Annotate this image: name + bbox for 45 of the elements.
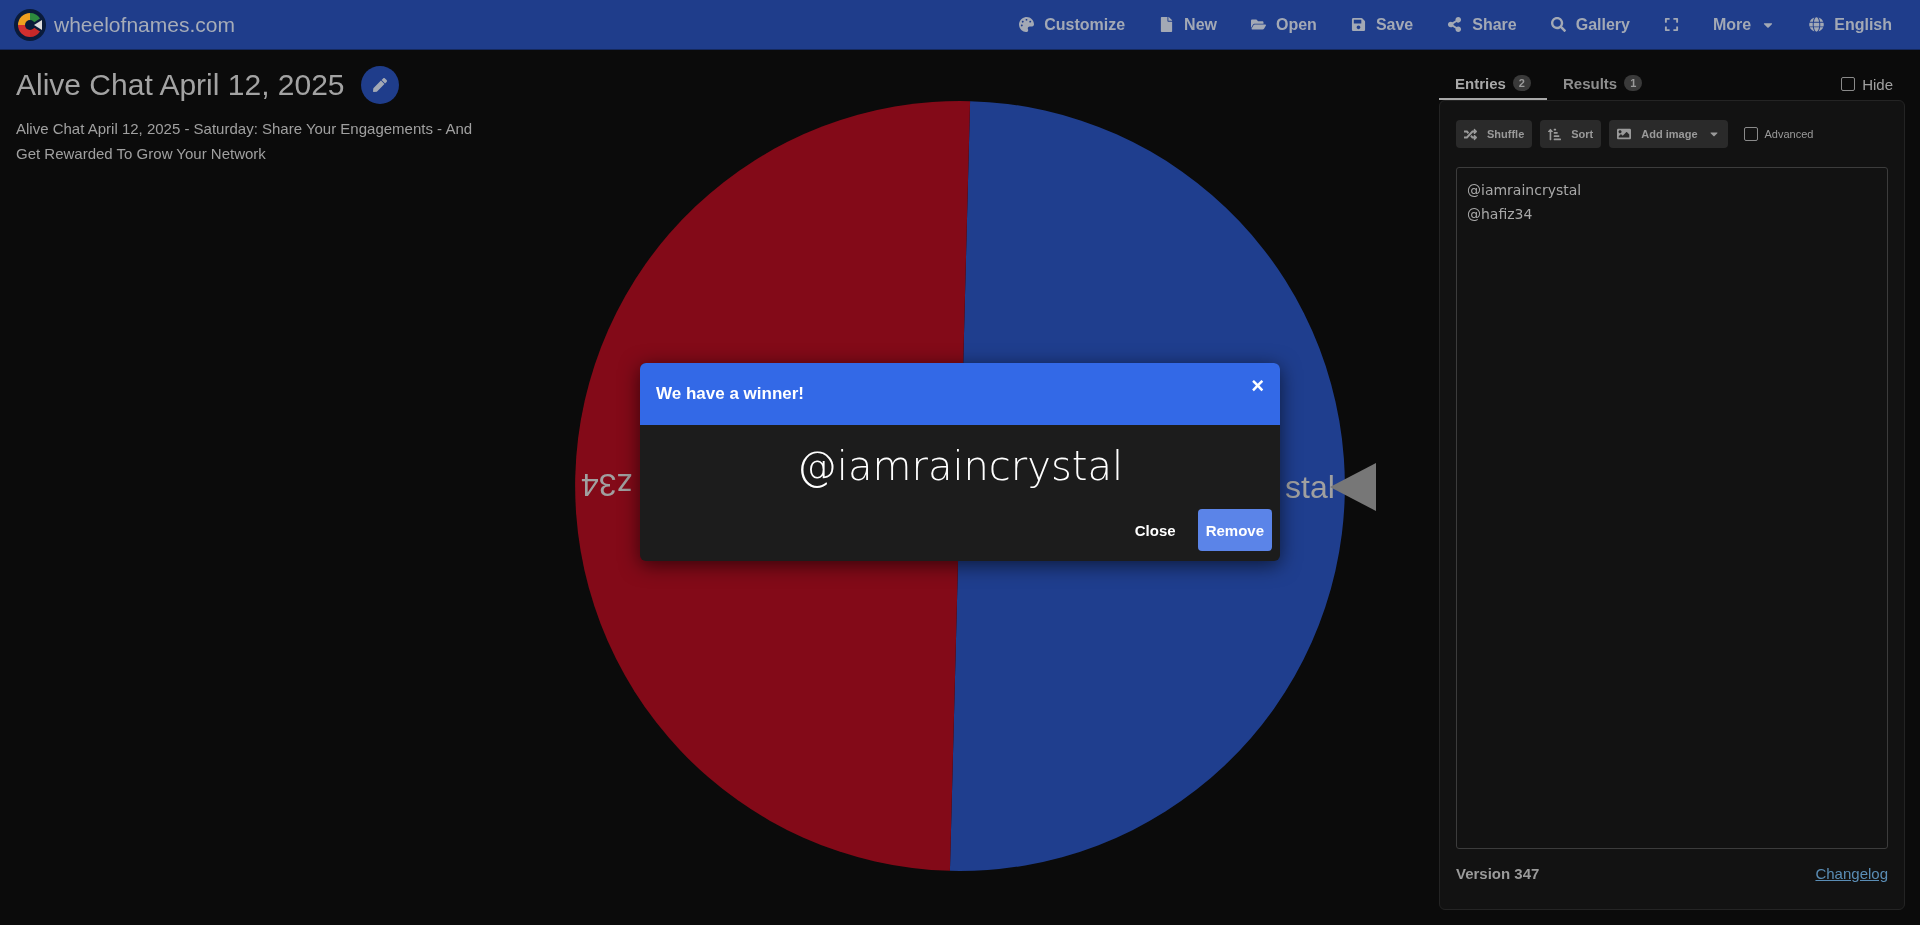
advanced-checkbox[interactable]	[1743, 127, 1758, 141]
menu-icon	[1251, 17, 1266, 32]
toolbar-button[interactable]: Shuffle	[1456, 120, 1533, 148]
menu-button[interactable]: Share	[1433, 7, 1531, 42]
menu-icon	[1447, 17, 1463, 32]
dialog-title: We have a winner!	[656, 384, 804, 404]
wheel-description: Alive Chat April 12, 2025 - Saturday: Share Your Engagements - And Get Rewarded To Grow Your Network	[16, 119, 474, 164]
menu-icon	[1550, 17, 1566, 32]
slice-label: z34	[581, 467, 633, 503]
menu-button[interactable]: English	[1795, 7, 1906, 42]
close-button[interactable]: ×	[1251, 373, 1264, 399]
pencil-icon	[372, 78, 387, 92]
panel-tab[interactable]: Results 1	[1547, 68, 1659, 100]
menu-icon	[1350, 17, 1366, 32]
dialog-button[interactable]: Close	[1126, 509, 1184, 551]
menu-button[interactable]: Save	[1336, 7, 1428, 42]
menu-button[interactable]: Open	[1237, 7, 1331, 42]
menu-icon	[1809, 17, 1825, 32]
remove-button[interactable]: Remove	[1197, 509, 1272, 551]
slice-label: stal	[1285, 469, 1335, 505]
menu-button[interactable]: Customize	[1005, 7, 1140, 42]
count-badge: 1	[1624, 75, 1643, 91]
site-name[interactable]: wheelofnames.com	[54, 12, 235, 37]
menu-button[interactable]: New	[1145, 7, 1231, 42]
menu-button[interactable]: Gallery	[1536, 7, 1644, 42]
version-text: Version 347	[1456, 864, 1540, 882]
hide-checkbox[interactable]	[1841, 77, 1856, 91]
toolbar-button[interactable]: Sort	[1540, 120, 1602, 148]
menu-icon	[1159, 17, 1175, 32]
entries-field[interactable]: @iamraincrystal @hafiz34	[1456, 167, 1888, 849]
menu-icon	[1019, 17, 1035, 32]
wheel-title: Alive Chat April 12, 2025	[16, 68, 345, 102]
changelog-link[interactable]: Changelog	[1815, 864, 1888, 882]
checkbox-label: Hide	[1862, 75, 1893, 93]
tool-icon	[1548, 127, 1562, 141]
count-badge: 2	[1512, 75, 1531, 91]
tool-icon	[1464, 127, 1477, 141]
fullscreen-icon	[1664, 17, 1679, 32]
logo-icon	[14, 8, 46, 41]
menu-button[interactable]: More	[1699, 7, 1790, 42]
image-icon	[1617, 127, 1632, 141]
edit-button[interactable]	[360, 66, 399, 104]
checkbox-label: Advanced	[1764, 128, 1814, 140]
toolbar-dropdown[interactable]: Add image	[1609, 120, 1728, 148]
winner-name: @iamraincrystal	[795, 442, 1125, 489]
